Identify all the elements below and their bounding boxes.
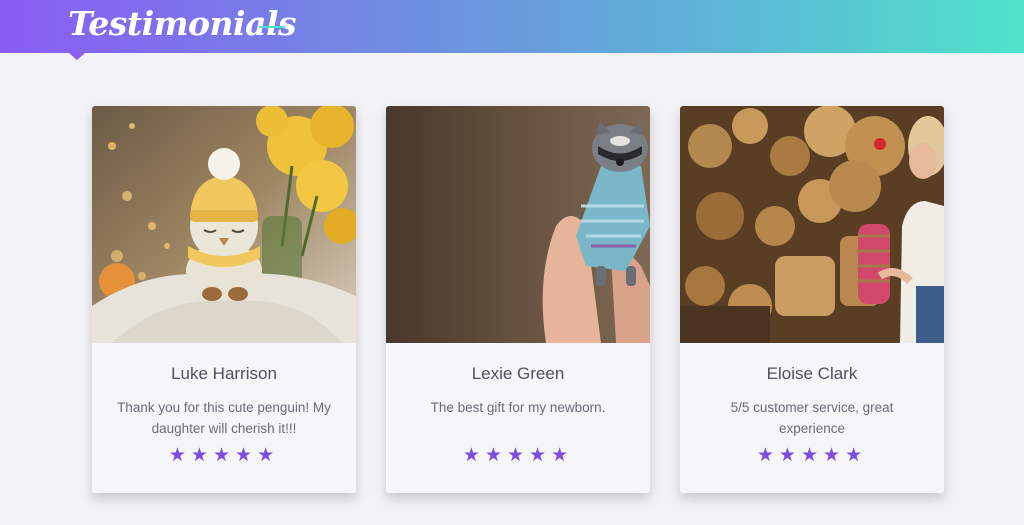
crochet-penguin-photo	[92, 106, 356, 343]
star-rating: ★★★★★	[386, 444, 650, 466]
star-icon: ★	[823, 444, 846, 466]
testimonial-card: Eloise Clark 5/5 customer service, great…	[680, 106, 944, 493]
star-icon: ★	[845, 444, 868, 466]
page-title: Testimonials	[68, 4, 297, 43]
star-icon: ★	[756, 444, 779, 466]
crochet-raccoon-photo	[386, 106, 650, 343]
testimonial-card: Luke Harrison Thank you for this cute pe…	[92, 106, 356, 493]
straw-bags-market-photo	[680, 106, 944, 343]
star-icon: ★	[800, 444, 824, 466]
testimonial-quote: The best gift for my newborn.	[430, 400, 606, 415]
star-rating: ★★★★★	[680, 444, 944, 466]
testimonial-author: Lexie Green	[471, 364, 565, 383]
star-icon: ★	[529, 444, 552, 466]
header-pointer-arrow	[69, 53, 85, 60]
testimonial-quote: Thank you for this cute penguin! My daug…	[117, 400, 331, 436]
header-accent-line	[259, 26, 285, 28]
star-icon: ★	[257, 444, 280, 466]
star-icon: ★	[190, 444, 213, 466]
testimonial-quote: 5/5 customer service, great experience	[730, 400, 894, 436]
star-icon: ★	[462, 444, 485, 466]
testimonial-author: Luke Harrison	[171, 364, 277, 383]
star-icon: ★	[551, 444, 574, 466]
star-icon: ★	[168, 444, 191, 466]
testimonials-header: Testimonials	[0, 0, 1024, 53]
star-rating: ★★★★★	[92, 444, 356, 466]
star-icon: ★	[778, 444, 801, 466]
star-icon: ★	[506, 444, 530, 466]
testimonial-card: Lexie Green The best gift for my newborn…	[386, 106, 650, 493]
testimonial-author: Eloise Clark	[766, 364, 858, 383]
star-icon: ★	[212, 444, 236, 466]
star-icon: ★	[484, 444, 507, 466]
star-icon: ★	[235, 444, 258, 466]
